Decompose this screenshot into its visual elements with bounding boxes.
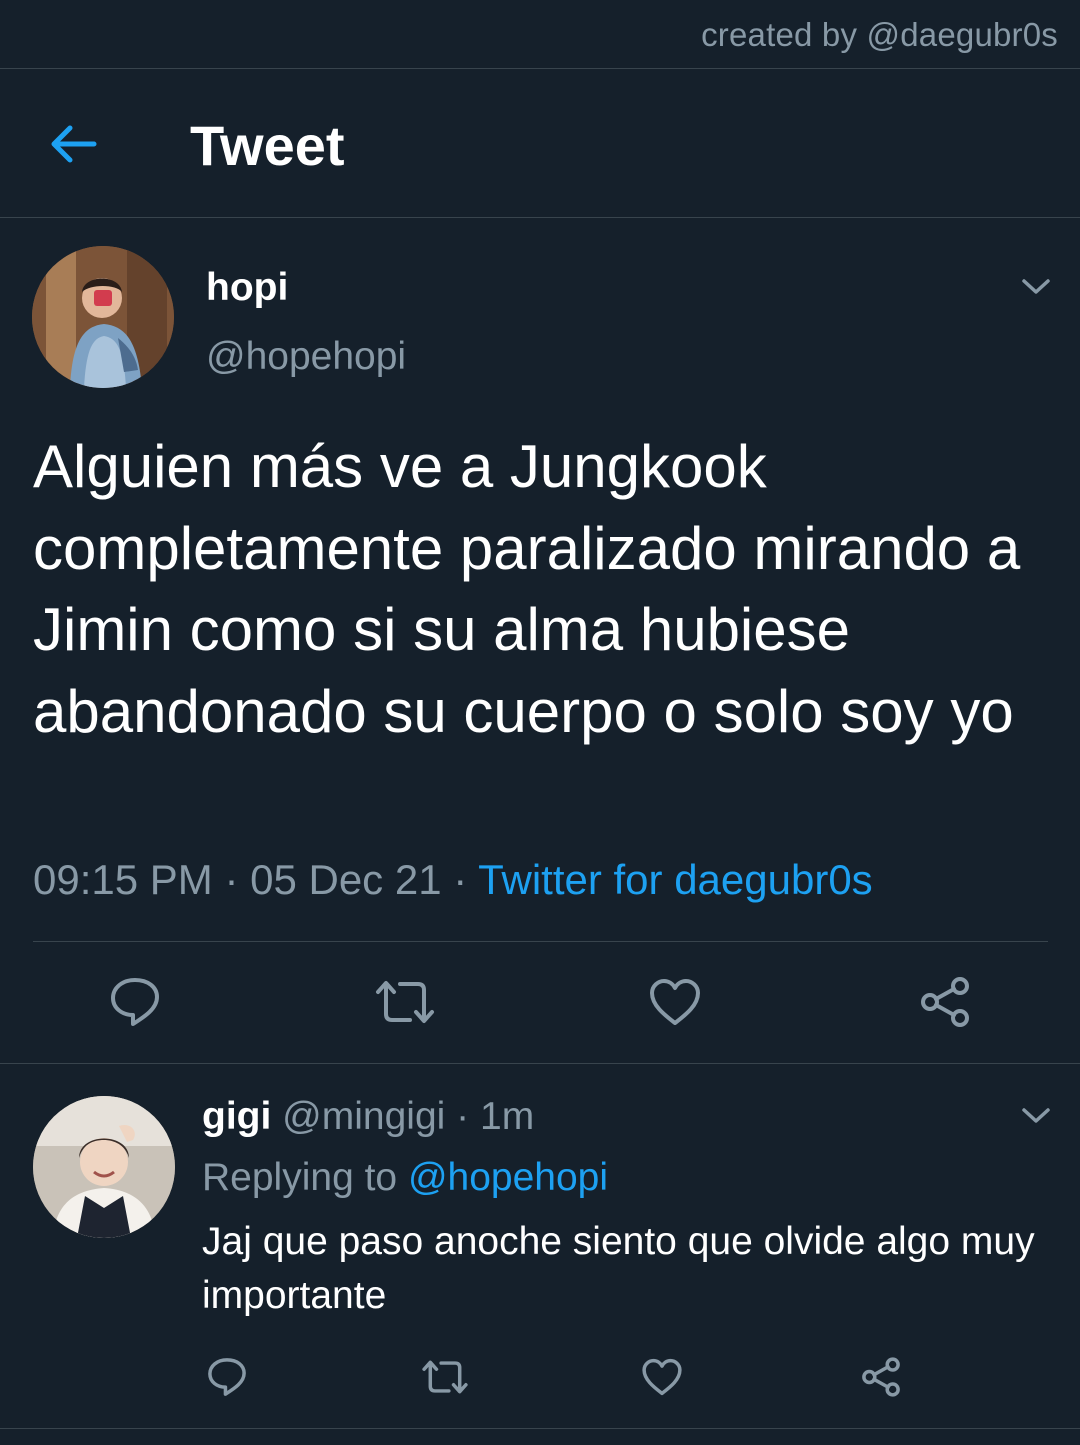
chevron-down-icon: [1022, 1108, 1050, 1123]
divider: [33, 941, 1048, 942]
heart-icon: [650, 979, 700, 1025]
reply-share-button[interactable]: [860, 1356, 902, 1398]
author-handle[interactable]: @hopehopi: [206, 335, 406, 379]
author-name[interactable]: hopi: [206, 266, 288, 310]
share-button[interactable]: [918, 976, 972, 1028]
credit-text: created by @daegubr0s: [701, 16, 1058, 53]
replying-prefix: Replying to: [202, 1156, 408, 1199]
reply-bubble-icon: [208, 1358, 246, 1396]
tweet-options-button[interactable]: [1021, 277, 1051, 297]
replying-handle-link[interactable]: @hopehopi: [408, 1156, 608, 1199]
reply-author-name[interactable]: gigi: [202, 1095, 271, 1138]
reply-text: Jaj que paso anoche siento que olvide al…: [202, 1220, 1035, 1317]
arrow-left-icon: [51, 125, 97, 163]
heart-icon: [642, 1358, 682, 1396]
reply-retweet-button[interactable]: [421, 1358, 469, 1396]
avatar-photo: [32, 246, 174, 388]
section-divider: [0, 1063, 1080, 1064]
share-icon: [862, 1357, 900, 1397]
reply-author-handle[interactable]: @mingigi: [282, 1095, 445, 1138]
retweet-button[interactable]: [374, 978, 436, 1026]
meta-separator: ·: [441, 856, 479, 903]
reply-age: 1m: [480, 1095, 535, 1138]
retweet-icon: [422, 1360, 468, 1394]
page-title: Tweet: [190, 114, 345, 177]
reply-reply-button[interactable]: [206, 1356, 248, 1398]
retweet-icon: [376, 981, 434, 1023]
meta-separator: ·: [445, 1095, 480, 1138]
share-icon: [921, 977, 969, 1027]
meta-separator: ·: [212, 856, 251, 903]
tweet-meta: 09:15 PM · 05 Dec 21 · Twitter for daegu…: [33, 856, 873, 904]
back-button[interactable]: [46, 119, 102, 169]
reply-header: gigi @mingigi · 1m: [202, 1095, 534, 1139]
tweet-source-link[interactable]: Twitter for daegubr0s: [478, 856, 873, 903]
like-button[interactable]: [648, 977, 702, 1027]
reply-button[interactable]: [108, 975, 162, 1029]
avatar-photo: [33, 1096, 175, 1238]
replying-to: Replying to @hopehopi: [202, 1156, 608, 1200]
tweet-date: 05 Dec 21: [250, 856, 442, 903]
reply-options-button[interactable]: [1021, 1106, 1051, 1126]
reply-bubble-icon: [111, 978, 159, 1026]
reply-author-avatar[interactable]: [33, 1096, 175, 1238]
credit-bar: created by @daegubr0s: [0, 0, 1080, 69]
reply-like-button[interactable]: [641, 1357, 683, 1397]
chevron-down-icon: [1022, 279, 1050, 294]
bottom-divider: [0, 1428, 1080, 1429]
tweet-time: 09:15 PM: [33, 856, 213, 903]
author-avatar[interactable]: [32, 246, 174, 388]
header-bar: Tweet: [0, 69, 1080, 218]
tweet-text: Alguien más ve a Jungkook completamente …: [33, 433, 1021, 745]
